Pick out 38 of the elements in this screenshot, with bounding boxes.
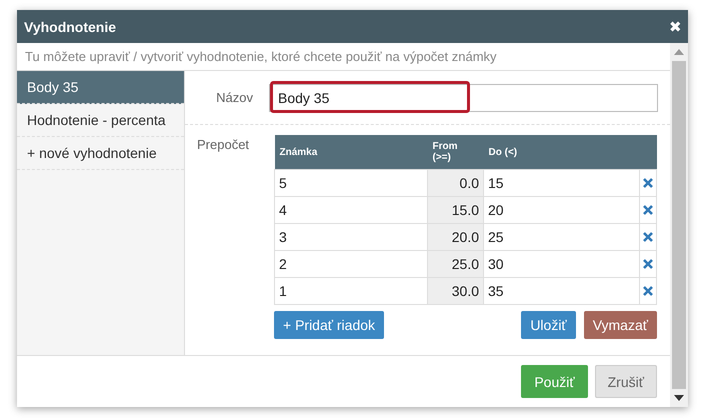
- name-label: Názov: [215, 90, 254, 105]
- to-cell[interactable]: 35: [484, 278, 640, 304]
- grade-cell[interactable]: 5: [274, 170, 428, 196]
- delete-icon[interactable]: [643, 232, 653, 242]
- scroll-up-icon[interactable]: [674, 49, 684, 55]
- to-cell[interactable]: 20: [484, 196, 640, 224]
- to-cell[interactable]: 30: [484, 250, 640, 278]
- scroll-down-icon[interactable]: [674, 395, 684, 401]
- grade-cell[interactable]: 1: [274, 278, 428, 304]
- name-field[interactable]: Body 35: [269, 84, 658, 112]
- close-icon[interactable]: ✖: [669, 18, 682, 36]
- column-header: Známka: [274, 135, 428, 170]
- from-cell: 20.0: [428, 224, 484, 250]
- grade-cell[interactable]: 4: [274, 196, 428, 224]
- delete-icon[interactable]: [643, 204, 653, 214]
- grade-cell[interactable]: 2: [274, 250, 428, 278]
- to-cell[interactable]: 15: [484, 170, 640, 196]
- from-cell: 25.0: [428, 250, 484, 278]
- delete-icon[interactable]: [643, 258, 653, 268]
- window-title: Vyhodnotenie: [24, 18, 116, 34]
- sidebar-item[interactable]: Hodnotenie - percenta: [17, 104, 184, 137]
- scrollbar[interactable]: [670, 43, 688, 407]
- recalc-label: Prepočet: [196, 136, 250, 154]
- save-button[interactable]: Uložiť: [521, 311, 576, 339]
- grade-cell[interactable]: 3: [274, 224, 428, 250]
- add-row-button[interactable]: + Pridať riadok: [274, 311, 384, 339]
- delete-icon[interactable]: [643, 286, 653, 296]
- sidebar-item[interactable]: Body 35: [17, 71, 184, 104]
- sidebar-item[interactable]: + nové vyhodnotenie: [17, 137, 184, 170]
- column-header: From (>=): [428, 135, 484, 170]
- cancel-button[interactable]: Zrušiť: [594, 365, 657, 398]
- column-header: Do (<): [484, 135, 640, 170]
- to-cell[interactable]: 25: [484, 224, 640, 250]
- from-cell: 0.0: [428, 170, 484, 196]
- from-cell: 15.0: [428, 196, 484, 224]
- delete-icon[interactable]: [643, 178, 653, 188]
- delete-button[interactable]: Vymazať: [584, 311, 657, 339]
- from-cell: 30.0: [428, 278, 484, 304]
